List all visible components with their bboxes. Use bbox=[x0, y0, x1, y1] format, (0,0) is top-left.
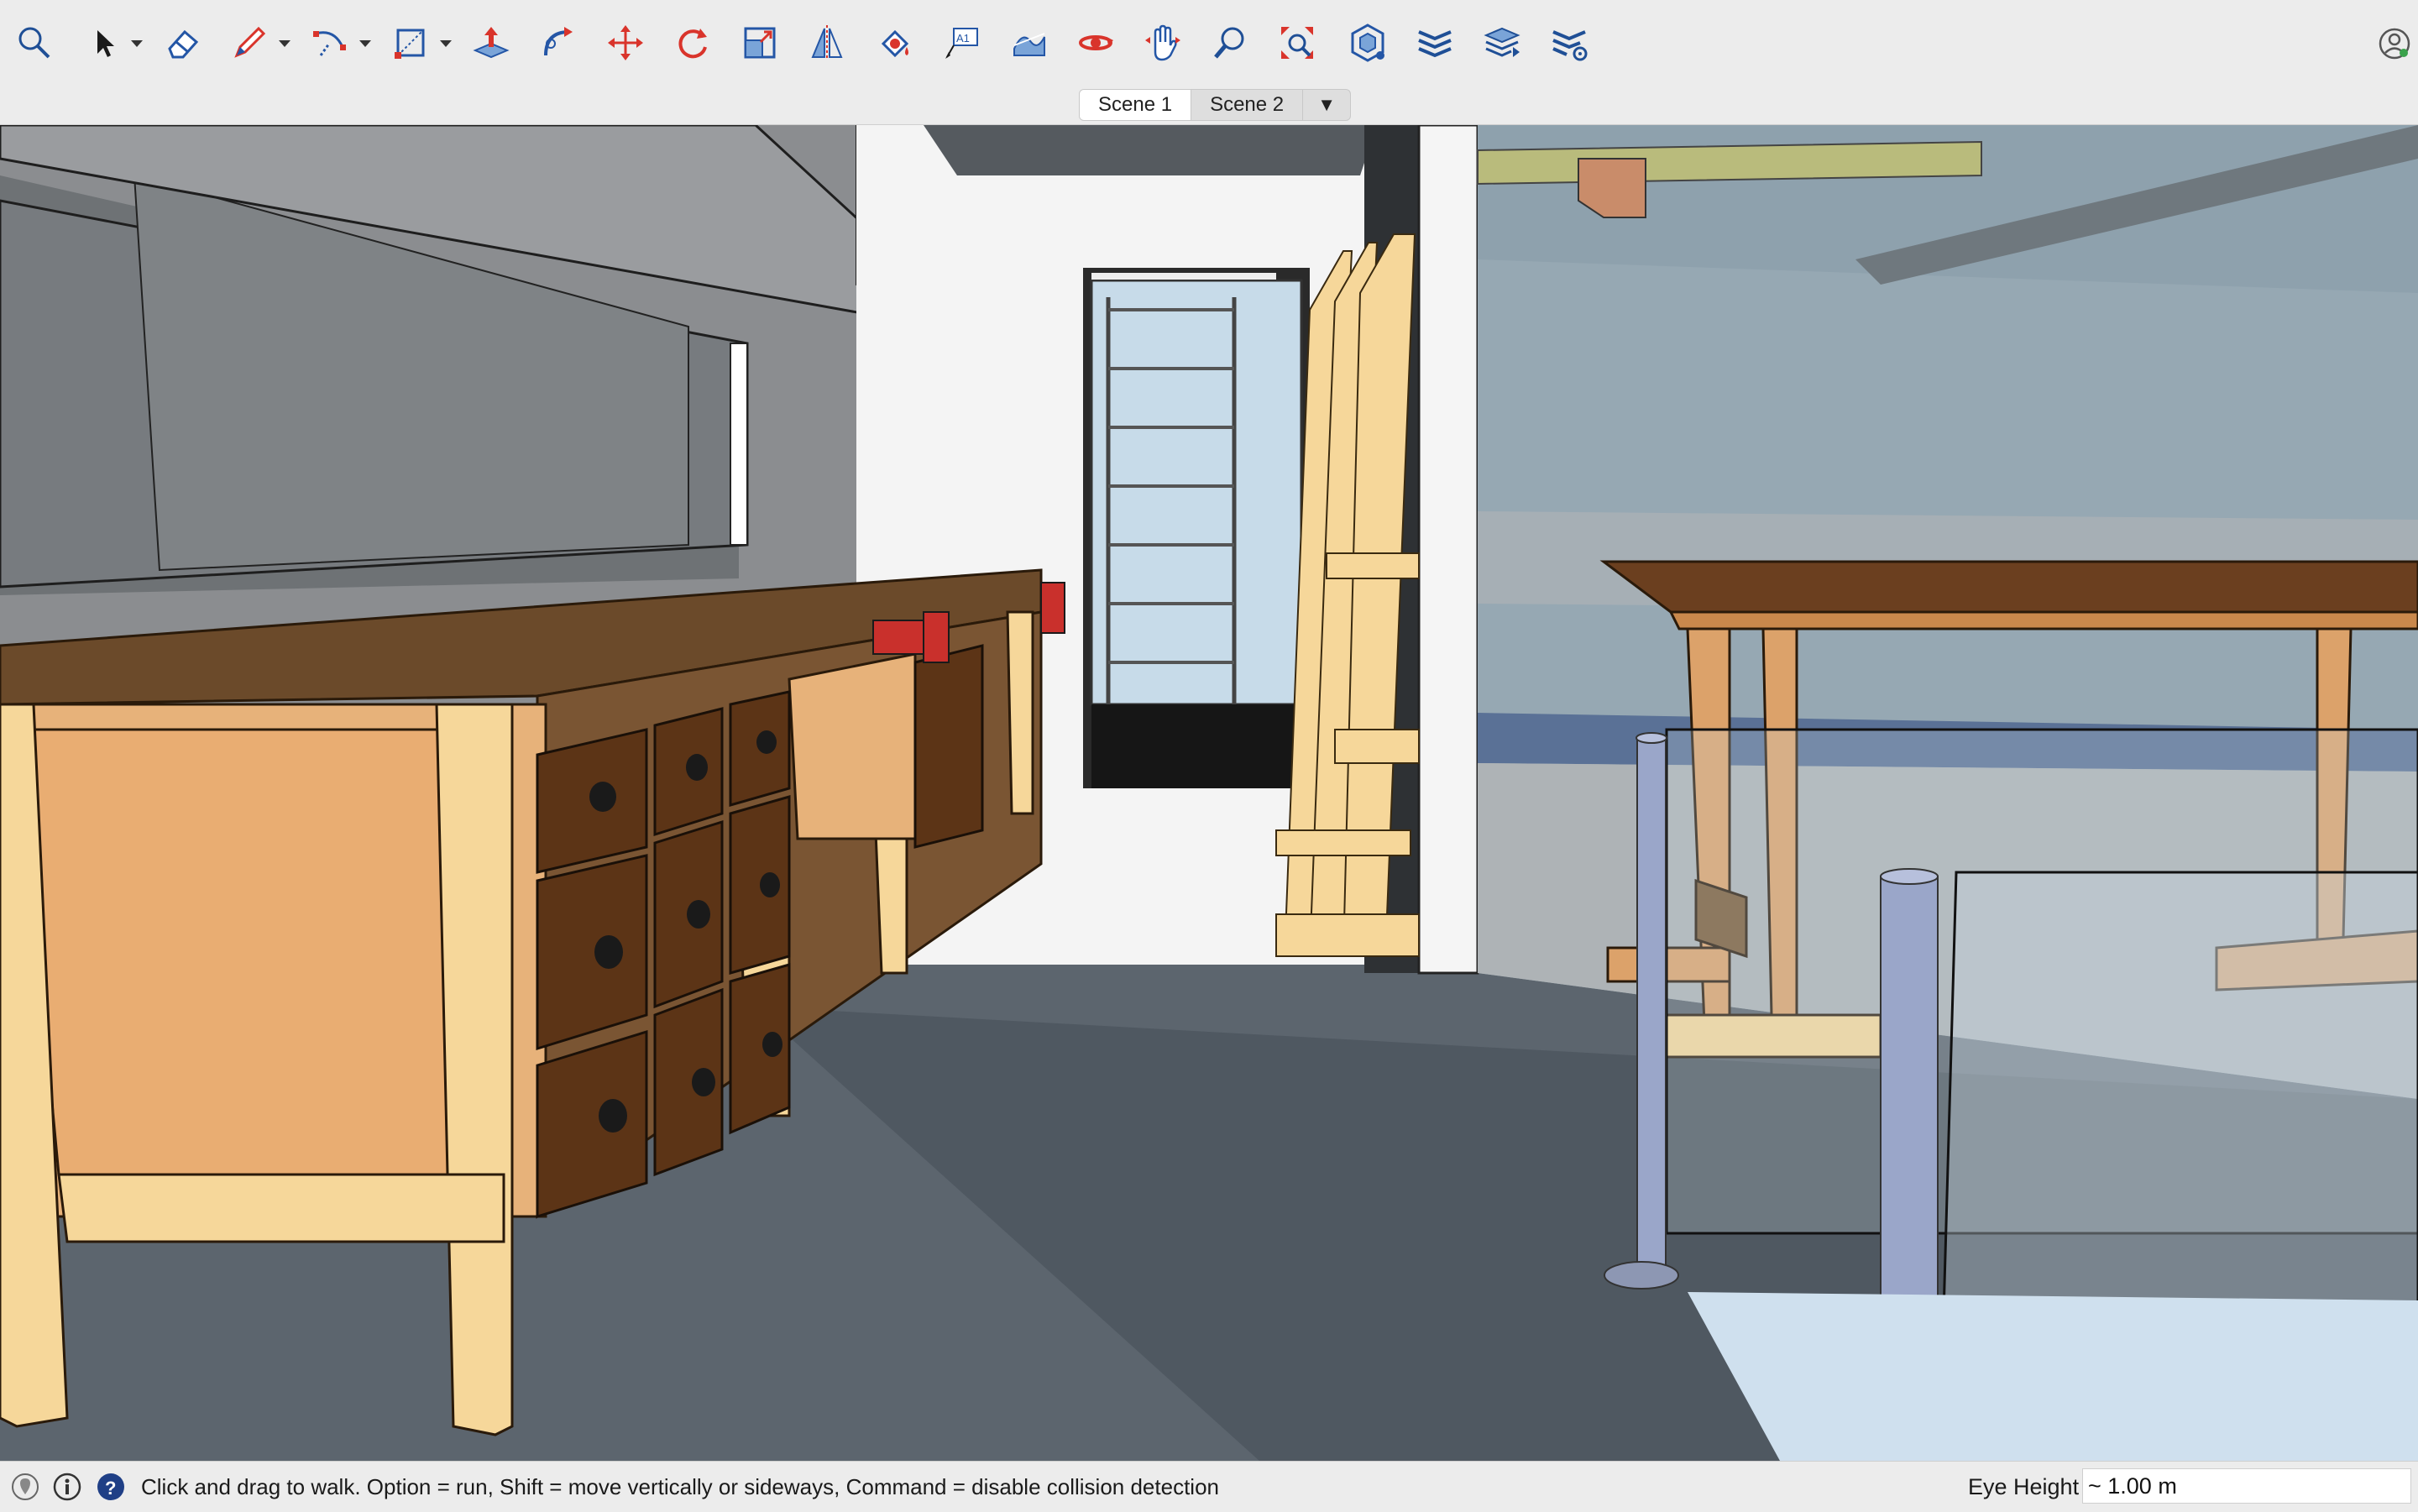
chevron-down-icon[interactable] bbox=[275, 34, 294, 52]
flip-icon[interactable] bbox=[799, 15, 855, 71]
model-viewport[interactable] bbox=[0, 125, 2418, 1461]
chevron-down-icon[interactable] bbox=[128, 34, 146, 52]
scene-menu-button[interactable]: ▼ bbox=[1303, 90, 1350, 120]
account-icon[interactable] bbox=[2376, 25, 2413, 62]
scenes-icon[interactable] bbox=[1474, 15, 1530, 71]
credits-icon[interactable] bbox=[52, 1472, 82, 1502]
rectangle-icon[interactable] bbox=[383, 15, 438, 71]
follow-me-icon[interactable] bbox=[531, 15, 586, 71]
vcb-label: Eye Height bbox=[1968, 1474, 2080, 1499]
svg-text:A1: A1 bbox=[956, 32, 970, 44]
push-pull-icon[interactable] bbox=[463, 15, 519, 71]
model-scene bbox=[0, 125, 2418, 1461]
select-arrow-icon[interactable] bbox=[76, 15, 131, 71]
search-icon[interactable] bbox=[7, 15, 62, 71]
sandbox-icon[interactable] bbox=[1001, 15, 1056, 71]
components-icon[interactable] bbox=[1340, 15, 1395, 71]
scene-tabs: Scene 1 Scene 2 ▼ bbox=[1079, 89, 1352, 121]
status-message: Click and drag to walk. Option = run, Sh… bbox=[141, 1474, 1219, 1499]
help-icon[interactable]: ? bbox=[96, 1472, 126, 1502]
scale-icon[interactable] bbox=[732, 15, 788, 71]
paint-bucket-icon[interactable] bbox=[866, 15, 922, 71]
text-icon[interactable]: A1 bbox=[934, 15, 989, 71]
tags-icon[interactable] bbox=[1407, 15, 1463, 71]
tab-scene-1[interactable]: Scene 1 bbox=[1080, 90, 1192, 120]
move-icon[interactable] bbox=[598, 15, 653, 71]
eraser-icon[interactable] bbox=[154, 15, 210, 71]
arc-icon[interactable] bbox=[302, 15, 358, 71]
geo-location-icon[interactable] bbox=[10, 1472, 40, 1502]
svg-text:?: ? bbox=[105, 1478, 116, 1499]
zoom-extents-icon[interactable] bbox=[1269, 15, 1325, 71]
main-toolbar: A1 bbox=[0, 0, 2418, 85]
status-bar: ? Click and drag to walk. Option = run, … bbox=[0, 1461, 2418, 1512]
orbit-icon[interactable] bbox=[1068, 15, 1123, 71]
measurements-input[interactable] bbox=[2082, 1468, 2411, 1504]
pan-hand-icon[interactable] bbox=[1135, 15, 1191, 71]
tab-scene-2[interactable]: Scene 2 bbox=[1191, 90, 1304, 120]
zoom-icon[interactable] bbox=[1202, 15, 1258, 71]
pencil-icon[interactable] bbox=[222, 15, 277, 71]
styles-icon[interactable] bbox=[1541, 15, 1597, 71]
rotate-icon[interactable] bbox=[665, 15, 720, 71]
chevron-down-icon[interactable] bbox=[437, 34, 455, 52]
chevron-down-icon[interactable] bbox=[356, 34, 374, 52]
scene-tabs-bar: Scene 1 Scene 2 ▼ bbox=[0, 84, 2418, 125]
